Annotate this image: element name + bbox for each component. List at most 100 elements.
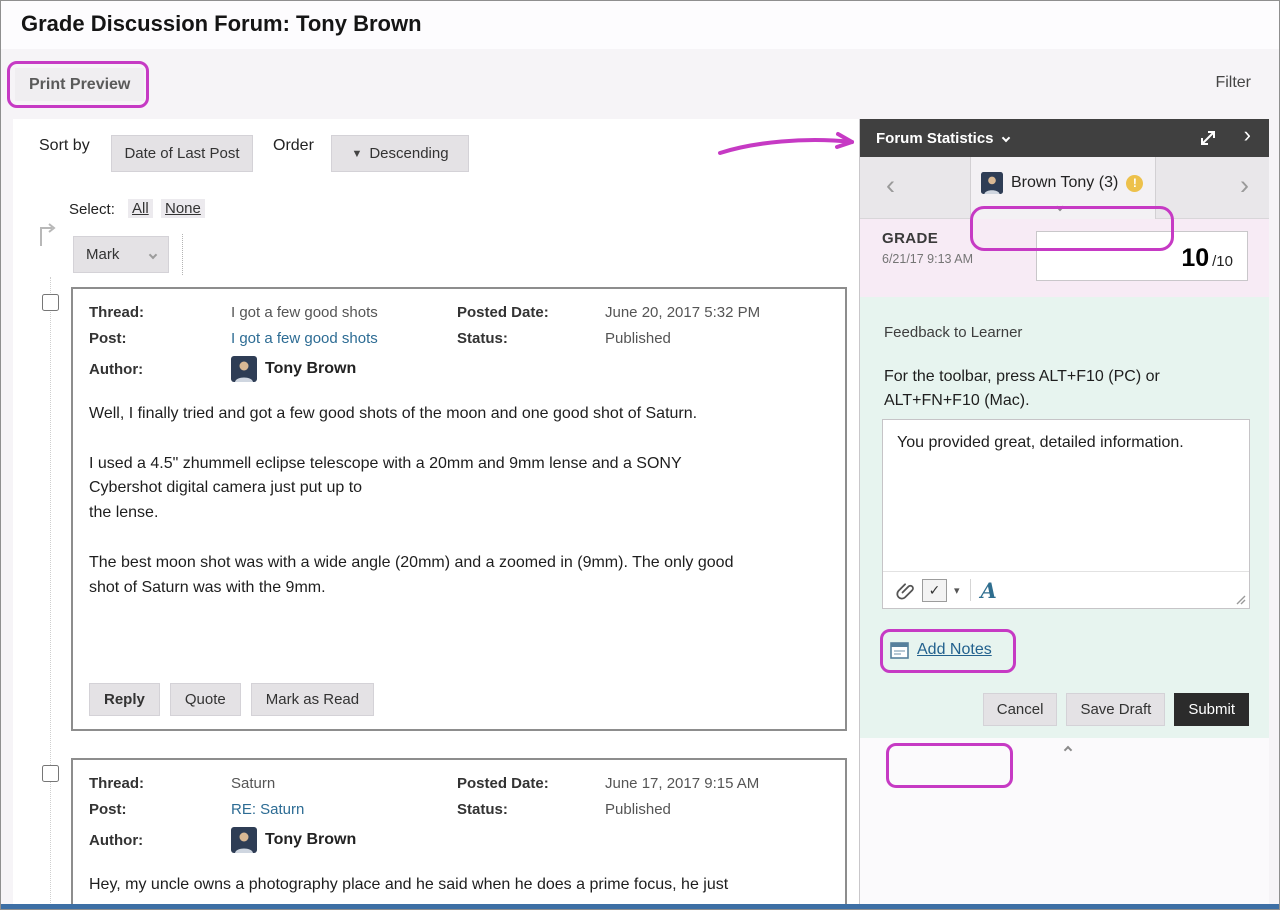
- forum-statistics-toggle[interactable]: Forum Statistics: [876, 130, 1009, 147]
- page-title: Grade Discussion Forum: Tony Brown: [21, 11, 422, 37]
- cancel-button[interactable]: Cancel: [983, 693, 1058, 726]
- expand-icon[interactable]: [1199, 129, 1217, 147]
- chevron-down-icon: [149, 250, 157, 258]
- grade-value: 10: [1181, 244, 1209, 273]
- status-label: Status:: [457, 801, 605, 818]
- bottom-divider: [1, 904, 1279, 909]
- posted-date-value: June 20, 2017 5:32 PM: [605, 304, 829, 321]
- select-label: Select:: [69, 201, 115, 218]
- page: Grade Discussion Forum: Tony Brown Print…: [0, 0, 1280, 910]
- notes-icon: [890, 642, 909, 659]
- post-link[interactable]: RE: Saturn: [231, 801, 457, 818]
- posted-date-value: June 17, 2017 9:15 AM: [605, 775, 829, 792]
- author-label: Author:: [89, 361, 231, 378]
- grade-input[interactable]: 10 /10: [1036, 231, 1248, 281]
- author-name: Tony Brown: [265, 360, 356, 378]
- sort-by-label: Sort by: [39, 137, 90, 155]
- spellcheck-icon[interactable]: ✓: [922, 579, 947, 602]
- title-bar: Grade Discussion Forum: Tony Brown: [1, 1, 1279, 49]
- toolbar-hint: For the toolbar, press ALT+F10 (PC) or A…: [884, 365, 1216, 413]
- toolbar-divider: [182, 234, 183, 275]
- feedback-editor: You provided great, detailed information…: [882, 419, 1250, 609]
- post-card: Thread: I got a few good shots Posted Da…: [71, 287, 847, 731]
- filter-button[interactable]: Filter: [1215, 74, 1251, 92]
- panel-title-text: Forum Statistics: [876, 130, 994, 147]
- posted-date-label: Posted Date:: [457, 775, 605, 792]
- student-avatar: [981, 172, 1003, 194]
- post1-checkbox[interactable]: [42, 294, 59, 311]
- sort-by-button[interactable]: Date of Last Post: [111, 135, 253, 172]
- mark-label: Mark: [86, 246, 119, 263]
- post-label: Post:: [89, 801, 231, 818]
- avatar: [231, 827, 257, 853]
- toolbar-divider: [970, 579, 971, 601]
- chevron-down-icon: [1056, 203, 1064, 211]
- thread-label: Thread:: [89, 775, 231, 792]
- thread-value: I got a few good shots: [231, 304, 457, 321]
- post-body: Hey, my uncle owns a photography place a…: [73, 873, 845, 898]
- grading-actions: Cancel Save Draft Submit: [983, 693, 1249, 726]
- resize-handle[interactable]: [1234, 593, 1246, 605]
- paperclip-icon[interactable]: [895, 580, 915, 600]
- add-notes-row: Add Notes: [890, 641, 992, 659]
- add-notes-link[interactable]: Add Notes: [917, 641, 992, 659]
- post-body: Well, I finally tried and got a few good…: [73, 402, 845, 600]
- panel-header: Forum Statistics ›: [860, 119, 1269, 157]
- next-student-arrow[interactable]: ›: [1240, 170, 1249, 201]
- indent-arrow-icon: [35, 221, 61, 247]
- author-name: Tony Brown: [265, 831, 356, 849]
- needs-grading-icon: !: [1126, 175, 1143, 192]
- current-student-tab[interactable]: Brown Tony (3) !: [970, 157, 1156, 219]
- status-value: Published: [605, 801, 829, 818]
- avatar: [231, 356, 257, 382]
- panel-collapse-arrow[interactable]: ›: [1244, 122, 1251, 148]
- student-name: Brown Tony (3): [1011, 174, 1118, 192]
- mark-as-read-button[interactable]: Mark as Read: [251, 683, 374, 716]
- post-actions: Reply Quote Mark as Read: [89, 683, 374, 716]
- save-draft-button[interactable]: Save Draft: [1066, 693, 1165, 726]
- thread-label: Thread:: [89, 304, 231, 321]
- order-button[interactable]: ▼ Descending: [331, 135, 469, 172]
- status-label: Status:: [457, 330, 605, 347]
- posted-date-label: Posted Date:: [457, 304, 605, 321]
- submit-button[interactable]: Submit: [1174, 693, 1249, 726]
- text-editor-icon[interactable]: A: [981, 578, 997, 603]
- grade-date: 6/21/17 9:13 AM: [882, 252, 973, 266]
- student-navigation: ‹ Brown Tony (3) ! ›: [860, 157, 1269, 219]
- author-cell: Tony Brown: [231, 827, 457, 853]
- author-cell: Tony Brown: [231, 356, 457, 382]
- post-meta: Thread: I got a few good shots Posted Da…: [73, 289, 845, 382]
- check-glyph: ✓: [929, 582, 941, 599]
- descending-triangle-icon: ▼: [351, 148, 362, 160]
- feedback-label: Feedback to Learner: [884, 324, 1022, 341]
- post2-checkbox[interactable]: [42, 765, 59, 782]
- author-label: Author:: [89, 832, 231, 849]
- order-label: Order: [273, 137, 314, 155]
- feedback-section: Feedback to Learner For the toolbar, pre…: [860, 297, 1269, 738]
- post-meta: Thread: Saturn Posted Date: June 17, 201…: [73, 760, 845, 853]
- print-preview-button[interactable]: Print Preview: [15, 68, 144, 101]
- quote-button[interactable]: Quote: [170, 683, 241, 716]
- order-value: Descending: [369, 145, 448, 162]
- grade-max: /10: [1212, 253, 1233, 270]
- mark-button[interactable]: Mark: [73, 236, 169, 273]
- thread-value: Saturn: [231, 775, 457, 792]
- highlight-editor-tools: [886, 743, 1013, 788]
- feedback-text-area[interactable]: You provided great, detailed information…: [883, 420, 1249, 571]
- post-label: Post:: [89, 330, 231, 347]
- select-all-link[interactable]: All: [128, 199, 153, 218]
- select-none-link[interactable]: None: [161, 199, 205, 218]
- exclamation-glyph: !: [1133, 176, 1137, 190]
- grade-section: GRADE 6/21/17 9:13 AM 10 /10: [860, 219, 1269, 297]
- grading-panel: Forum Statistics › ‹ Brown Tony (: [859, 119, 1269, 905]
- post-link[interactable]: I got a few good shots: [231, 330, 457, 347]
- spellcheck-dropdown-icon[interactable]: ▾: [954, 584, 960, 597]
- reply-button[interactable]: Reply: [89, 683, 160, 716]
- previous-student-arrow[interactable]: ‹: [886, 170, 895, 201]
- grade-label: GRADE: [882, 230, 938, 247]
- post-card: Thread: Saturn Posted Date: June 17, 201…: [71, 758, 847, 910]
- chevron-down-icon: [1001, 134, 1009, 142]
- student-row: Brown Tony (3) !: [981, 172, 1143, 194]
- editor-toolbar: ✓ ▾ A: [883, 571, 1249, 608]
- collapse-section-caret[interactable]: [1063, 746, 1071, 754]
